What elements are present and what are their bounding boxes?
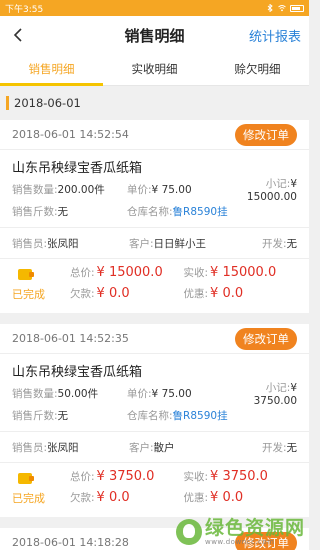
discount-label: 优惠: (183, 288, 209, 300)
invoice-label: 开发: (261, 237, 287, 250)
received-value: ¥ 3750.0 (210, 469, 268, 484)
detail-row: 销售数量:50.00件 单价:¥ 75.00 小记:¥ 3750.00 (0, 381, 309, 407)
order-card: 2018-06-01 14:52:54 修改订单 山东吊秧绿宝香瓜纸箱 销售数量… (0, 120, 309, 313)
received-value: ¥ 15000.0 (210, 265, 277, 280)
customer-value: 日日鲜小王 (153, 237, 207, 250)
warehouse-label: 仓库名称: (127, 205, 173, 218)
order-time: 2018-06-01 14:18:28 (12, 536, 129, 549)
order-status: 已完成 (12, 492, 45, 505)
weight-label: 销售斤数: (12, 205, 58, 218)
totals-section: 已完成 总价: ¥ 3750.0 实收: ¥ 3750.0 欠款: ¥ 0.0 优惠:… (0, 463, 309, 517)
total-value: ¥ 3750.0 (96, 469, 155, 484)
seller-label: 销售员: (12, 441, 48, 454)
qty-label: 销售数量: (12, 183, 58, 196)
total-value: ¥ 15000.0 (96, 265, 163, 280)
watermark-url: www.downcc.com (204, 538, 275, 546)
staff-row: 销售员:张凤阳 客户:日日鲜小王 开发:无 (0, 228, 309, 258)
discount-value: ¥ 0.0 (210, 490, 244, 505)
order-card: 2018-06-01 14:52:35 修改订单 山东吊秧绿宝香瓜纸箱 销售数量… (0, 324, 309, 517)
weight-value: 无 (57, 409, 69, 422)
owed-value: ¥ 0.0 (96, 286, 130, 301)
unit-price-value: ¥ 75.00 (151, 387, 192, 400)
weight-value: 无 (57, 205, 69, 218)
order-list[interactable]: 2018-06-01 2018-06-01 14:52:54 修改订单 山东吊秧… (0, 86, 309, 550)
qty-label: 销售数量: (12, 387, 58, 400)
wifi-icon (278, 5, 286, 12)
product-name: 山东吊秧绿宝香瓜纸箱 (12, 365, 143, 380)
seller-value: 张凤阳 (47, 237, 79, 250)
seller-label: 销售员: (12, 237, 48, 250)
wallet-icon (18, 269, 34, 280)
totals-section: 已完成 总价: ¥ 15000.0 实收: ¥ 15000.0 欠款: ¥ 0.0 优… (0, 259, 309, 313)
customer-label: 客户: (129, 441, 154, 454)
wallet-icon (18, 473, 34, 484)
stats-report-link[interactable]: 统计报表 (249, 26, 301, 45)
invoice-label: 开发: (261, 441, 287, 454)
received-label: 实收: (183, 267, 209, 279)
watermark-text: 绿色资源网 (204, 517, 305, 539)
detail-row: 销售斤数:无 仓库名称:鲁R8590挂 (0, 200, 309, 222)
subtotal-label: 小记: (265, 381, 291, 394)
subtotal-label: 小记: (265, 177, 291, 190)
group-date: 2018-06-01 (14, 96, 81, 110)
detail-row: 销售数量:200.00件 单价:¥ 75.00 小记:¥ 15000.00 (0, 177, 309, 203)
watermark-logo-icon (175, 519, 202, 545)
customer-label: 客户: (129, 237, 154, 250)
modify-order-button[interactable]: 修改订单 (235, 327, 297, 350)
received-label: 实收: (183, 471, 209, 483)
qty-value: 50.00件 (57, 387, 99, 400)
discount-label: 优惠: (183, 492, 209, 504)
nav-bar: 销售明细 统计报表 (0, 16, 309, 54)
invoice-value: 无 (286, 441, 298, 454)
discount-value: ¥ 0.0 (210, 286, 244, 301)
order-status: 已完成 (12, 288, 45, 301)
warehouse-label: 仓库名称: (127, 409, 173, 422)
watermark: 绿色资源网 www.downcc.com (175, 517, 305, 546)
detail-row: 销售斤数:无 仓库名称:鲁R8590挂 (0, 404, 309, 426)
warehouse-value: 鲁R8590挂 (172, 409, 228, 422)
owed-label: 欠款: (70, 288, 95, 300)
modify-order-button[interactable]: 修改订单 (235, 123, 297, 146)
tab-bar: 销售明细 实收明细 赊欠明细 (0, 54, 309, 86)
battery-icon (290, 4, 304, 12)
order-header: 2018-06-01 14:52:54 修改订单 (0, 120, 309, 150)
seller-value: 张凤阳 (47, 441, 79, 454)
tab-credit-detail[interactable]: 赊欠明细 (206, 54, 309, 85)
unit-price-value: ¥ 75.00 (151, 183, 192, 196)
date-group-header: 2018-06-01 (0, 86, 309, 120)
order-header: 2018-06-01 14:52:35 修改订单 (0, 324, 309, 354)
product-name: 山东吊秧绿宝香瓜纸箱 (12, 161, 143, 176)
date-marker (6, 96, 9, 110)
weight-label: 销售斤数: (12, 409, 58, 422)
order-time: 2018-06-01 14:52:54 (12, 128, 129, 141)
qty-value: 200.00件 (57, 183, 105, 196)
status-bar: 下午3:55 (0, 0, 309, 16)
total-label: 总价: (70, 471, 95, 483)
warehouse-value: 鲁R8590挂 (172, 205, 228, 218)
bluetooth-icon (267, 4, 273, 12)
status-time: 下午3:55 (5, 4, 44, 15)
customer-value: 散户 (153, 441, 175, 454)
staff-row: 销售员:张凤阳 客户:散户 开发:无 (0, 432, 309, 462)
tab-sales-detail[interactable]: 销售明细 (0, 54, 103, 86)
unit-price-label: 单价: (127, 387, 152, 400)
invoice-value: 无 (286, 237, 298, 250)
unit-price-label: 单价: (127, 183, 152, 196)
order-time: 2018-06-01 14:52:35 (12, 332, 129, 345)
owed-label: 欠款: (70, 492, 95, 504)
owed-value: ¥ 0.0 (96, 490, 130, 505)
tab-received-detail[interactable]: 实收明细 (103, 54, 206, 85)
total-label: 总价: (70, 267, 95, 279)
